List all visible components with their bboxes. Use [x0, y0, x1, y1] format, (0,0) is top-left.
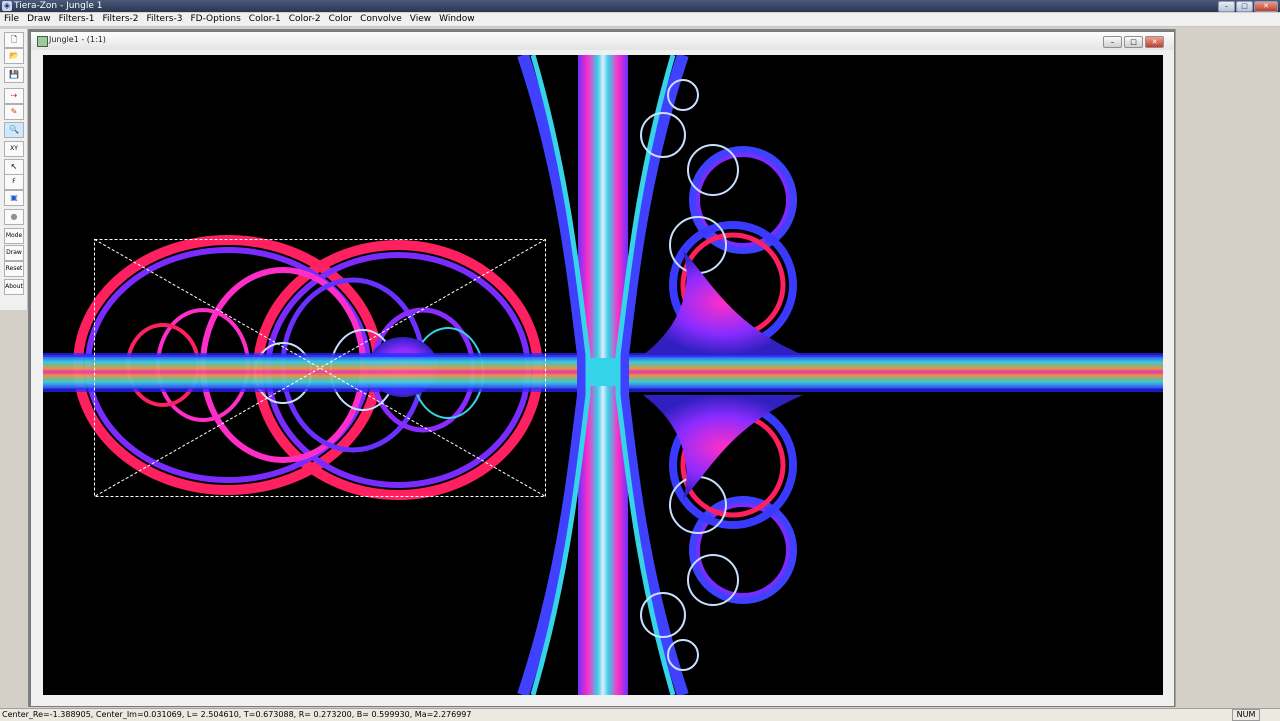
- menu-window[interactable]: Window: [435, 13, 479, 26]
- menu-color-2[interactable]: Color-2: [285, 13, 325, 26]
- image-window-icon: [37, 36, 48, 47]
- right-panel: [1175, 29, 1280, 707]
- fractal-image: [43, 55, 1163, 695]
- draw-button[interactable]: Draw: [4, 245, 24, 261]
- arrow-tool-icon[interactable]: ⇢: [4, 88, 24, 104]
- window-title: Tiera-Zon - Jungle 1: [14, 1, 103, 11]
- dot-icon[interactable]: ●: [4, 209, 24, 225]
- title-bar: ◈ Tiera-Zon - Jungle 1 – □ ✕: [0, 0, 1280, 12]
- child-window-title: Jungle1 - (1:1): [49, 35, 106, 44]
- new-file-icon[interactable]: 🗋: [4, 32, 24, 48]
- maximize-button[interactable]: □: [1236, 1, 1253, 12]
- menu-file[interactable]: File: [0, 13, 23, 26]
- fractal-app-icon: ◈: [2, 1, 12, 11]
- reset-button[interactable]: Reset: [4, 261, 24, 277]
- num-lock-indicator: NUM: [1232, 709, 1260, 721]
- child-close-button[interactable]: ✕: [1145, 36, 1164, 48]
- menu-convolve[interactable]: Convolve: [356, 13, 406, 26]
- status-bar: Center_Re=-1.388905, Center_Im=0.031069,…: [0, 708, 1280, 721]
- minimize-button[interactable]: –: [1218, 1, 1235, 12]
- child-minimize-button[interactable]: –: [1103, 36, 1122, 48]
- f-button[interactable]: F: [4, 174, 24, 190]
- menu-draw[interactable]: Draw: [23, 13, 55, 26]
- zoom-icon[interactable]: 🔍: [4, 122, 24, 138]
- child-maximize-button[interactable]: □: [1124, 36, 1143, 48]
- menu-fd-options[interactable]: FD-Options: [186, 13, 244, 26]
- mode-button[interactable]: Mode: [4, 228, 24, 244]
- pointer-icon[interactable]: ↖: [4, 159, 24, 175]
- menu-filters-2[interactable]: Filters-2: [99, 13, 143, 26]
- menu-color[interactable]: Color: [325, 13, 357, 26]
- coordinates-readout: Center_Re=-1.388905, Center_Im=0.031069,…: [2, 710, 472, 719]
- open-folder-icon[interactable]: 📂: [4, 48, 24, 64]
- save-disk-icon[interactable]: 💾: [4, 67, 24, 83]
- about-button[interactable]: About: [4, 279, 24, 295]
- menu-filters-1[interactable]: Filters-1: [55, 13, 99, 26]
- tool-palette: 🗋 📂 💾 ⇢ ✎ 🔍 XY ↖ F ▣ ● Mode Draw Reset A…: [0, 29, 28, 310]
- menu-filters-3[interactable]: Filters-3: [142, 13, 186, 26]
- menu-view[interactable]: View: [406, 13, 435, 26]
- frame-icon[interactable]: ▣: [4, 190, 24, 206]
- close-button[interactable]: ✕: [1254, 1, 1278, 12]
- xy-button[interactable]: XY: [4, 141, 24, 157]
- fractal-canvas[interactable]: [43, 55, 1163, 695]
- menu-bar: File Draw Filters-1 Filters-2 Filters-3 …: [0, 13, 1280, 27]
- paint-tool-icon[interactable]: ✎: [4, 104, 24, 120]
- child-title-bar[interactable]: Jungle1 - (1:1) – □ ✕: [31, 32, 1174, 50]
- menu-color-1[interactable]: Color-1: [245, 13, 285, 26]
